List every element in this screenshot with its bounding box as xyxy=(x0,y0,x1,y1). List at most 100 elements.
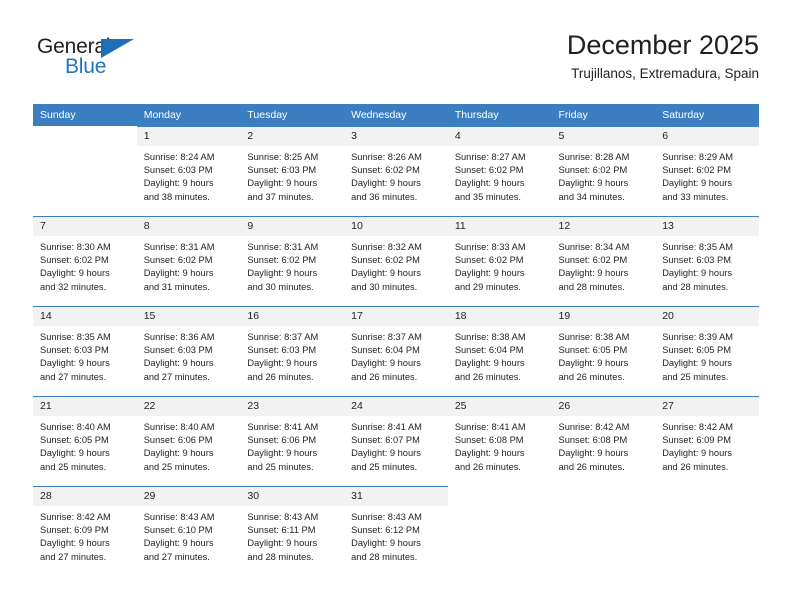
calendar-day-cell[interactable]: 9 Sunrise: 8:31 AM Sunset: 6:02 PM Daylight… xyxy=(240,216,345,307)
daylight-text: Daylight: 9 hours xyxy=(143,358,214,369)
day-number: 22 xyxy=(136,397,241,416)
daylight-text-cont: and 32 minutes. xyxy=(40,281,107,292)
daylight-text: Daylight: 9 hours xyxy=(351,448,421,459)
day-sun-info: Sunrise: 8:42 AM Sunset: 6:09 PM Daylight:… xyxy=(655,416,759,474)
sunrise-text: Sunrise: 8:42 AM xyxy=(40,512,111,522)
sunrise-text: Sunrise: 8:38 AM xyxy=(454,332,526,342)
calendar-day-cell[interactable]: 3 Sunrise: 8:26 AM Sunset: 6:02 PM Daylight… xyxy=(344,126,448,217)
calendar-day-cell[interactable]: 14 Sunrise: 8:35 AM Sunset: 6:03 PM Dayligh… xyxy=(33,306,137,397)
daylight-text: Daylight: 9 hours xyxy=(558,358,629,369)
daylight-text-cont: and 29 minutes. xyxy=(454,281,521,292)
sunrise-text: Sunrise: 8:41 AM xyxy=(247,422,319,432)
day-sun-info: Sunrise: 8:37 AM Sunset: 6:04 PM Daylight:… xyxy=(344,326,448,384)
daylight-text-cont: and 26 minutes. xyxy=(247,371,314,382)
daylight-text: Daylight: 9 hours xyxy=(40,448,110,459)
calendar-day-cell[interactable]: 6 Sunrise: 8:29 AM Sunset: 6:02 PM Daylight… xyxy=(655,126,759,217)
day-sun-info: Sunrise: 8:33 AM Sunset: 6:02 PM Daylight:… xyxy=(448,236,552,294)
daylight-text-cont: and 25 minutes. xyxy=(351,461,418,472)
sunset-text: Sunset: 6:02 PM xyxy=(454,255,524,266)
sunrise-text: Sunrise: 8:40 AM xyxy=(143,422,215,432)
day-sun-info: Sunrise: 8:36 AM Sunset: 6:03 PM Daylight:… xyxy=(137,326,241,384)
day-sun-info: Sunrise: 8:28 AM Sunset: 6:02 PM Daylight:… xyxy=(552,146,656,204)
general-blue-logo: General Blue xyxy=(37,36,207,88)
day-number: 19 xyxy=(551,307,656,326)
calendar-day-cell[interactable]: 29 Sunrise: 8:43 AM Sunset: 6:10 PM Dayligh… xyxy=(136,486,241,576)
calendar-week-row: 1 Sunrise: 8:24 AM Sunset: 6:03 PM Daylight… xyxy=(33,126,759,217)
daylight-text: Daylight: 9 hours xyxy=(143,268,214,279)
day-number xyxy=(655,487,759,506)
daylight-text: Daylight: 9 hours xyxy=(662,268,732,279)
sunrise-text: Sunrise: 8:33 AM xyxy=(454,242,526,252)
sunset-text: Sunset: 6:06 PM xyxy=(247,435,317,446)
day-number: 26 xyxy=(551,397,656,416)
day-number: 5 xyxy=(551,127,656,146)
sunset-text: Sunset: 6:05 PM xyxy=(662,345,731,356)
daylight-text-cont: and 25 minutes. xyxy=(40,461,107,472)
calendar-day-cell[interactable]: 26 Sunrise: 8:42 AM Sunset: 6:08 PM Dayligh… xyxy=(551,396,656,487)
day-number: 2 xyxy=(240,127,345,146)
daylight-text: Daylight: 9 hours xyxy=(247,268,318,279)
daylight-text-cont: and 35 minutes. xyxy=(454,191,521,202)
day-sun-info: Sunrise: 8:40 AM Sunset: 6:05 PM Daylight:… xyxy=(33,416,137,474)
calendar-day-cell[interactable]: 19 Sunrise: 8:38 AM Sunset: 6:05 PM Dayligh… xyxy=(551,306,656,397)
calendar-day-cell[interactable]: 21 Sunrise: 8:40 AM Sunset: 6:05 PM Dayligh… xyxy=(33,396,137,487)
calendar-day-cell[interactable]: 8 Sunrise: 8:31 AM Sunset: 6:02 PM Daylight… xyxy=(136,216,241,307)
calendar-day-cell[interactable]: 1 Sunrise: 8:24 AM Sunset: 6:03 PM Daylight… xyxy=(136,126,241,217)
calendar-day-cell[interactable]: 4 Sunrise: 8:27 AM Sunset: 6:02 PM Daylight… xyxy=(447,126,552,217)
sunrise-text: Sunrise: 8:39 AM xyxy=(662,332,734,342)
daylight-text-cont: and 28 minutes. xyxy=(351,551,418,562)
day-sun-info: Sunrise: 8:35 AM Sunset: 6:03 PM Daylight:… xyxy=(655,236,759,294)
calendar-day-cell[interactable]: 12 Sunrise: 8:34 AM Sunset: 6:02 PM Dayligh… xyxy=(551,216,656,307)
sunset-text: Sunset: 6:02 PM xyxy=(558,255,628,266)
daylight-text: Daylight: 9 hours xyxy=(247,538,318,549)
sunset-text: Sunset: 6:03 PM xyxy=(247,345,317,356)
calendar-day-cell[interactable]: 5 Sunrise: 8:28 AM Sunset: 6:02 PM Daylight… xyxy=(551,126,656,217)
calendar-day-cell[interactable]: 22 Sunrise: 8:40 AM Sunset: 6:06 PM Dayligh… xyxy=(136,396,241,487)
calendar-day-cell[interactable]: 25 Sunrise: 8:41 AM Sunset: 6:08 PM Dayligh… xyxy=(447,396,552,487)
calendar-day-cell[interactable]: 20 Sunrise: 8:39 AM Sunset: 6:05 PM Dayligh… xyxy=(655,306,759,397)
sunrise-text: Sunrise: 8:30 AM xyxy=(40,242,111,252)
daylight-text: Daylight: 9 hours xyxy=(40,538,110,549)
daylight-text-cont: and 30 minutes. xyxy=(351,281,418,292)
calendar-day-cell[interactable]: 31 Sunrise: 8:43 AM Sunset: 6:12 PM Dayligh… xyxy=(344,486,448,576)
sunrise-text: Sunrise: 8:29 AM xyxy=(662,152,734,162)
daylight-text: Daylight: 9 hours xyxy=(454,268,525,279)
calendar-page: General Blue December 2025 Trujillanos, … xyxy=(0,0,792,612)
day-number: 27 xyxy=(655,397,759,416)
calendar-day-cell[interactable]: 16 Sunrise: 8:37 AM Sunset: 6:03 PM Dayligh… xyxy=(240,306,345,397)
daylight-text: Daylight: 9 hours xyxy=(454,448,525,459)
sunrise-text: Sunrise: 8:35 AM xyxy=(662,242,734,252)
calendar-day-cell[interactable]: 28 Sunrise: 8:42 AM Sunset: 6:09 PM Dayligh… xyxy=(33,486,137,576)
day-sun-info: Sunrise: 8:25 AM Sunset: 6:03 PM Daylight:… xyxy=(240,146,344,204)
logo-word-general: General xyxy=(37,35,111,58)
daylight-text: Daylight: 9 hours xyxy=(454,358,525,369)
daylight-text: Daylight: 9 hours xyxy=(662,178,732,189)
calendar-day-cell[interactable]: 30 Sunrise: 8:43 AM Sunset: 6:11 PM Dayligh… xyxy=(240,486,345,576)
calendar-day-cell[interactable]: 24 Sunrise: 8:41 AM Sunset: 6:07 PM Dayligh… xyxy=(344,396,448,487)
daylight-text: Daylight: 9 hours xyxy=(351,178,421,189)
calendar-day-cell[interactable]: 2 Sunrise: 8:25 AM Sunset: 6:03 PM Daylight… xyxy=(240,126,345,217)
sunrise-text: Sunrise: 8:27 AM xyxy=(454,152,526,162)
day-sun-info: Sunrise: 8:41 AM Sunset: 6:08 PM Daylight:… xyxy=(448,416,552,474)
day-number: 1 xyxy=(136,127,241,146)
day-number: 11 xyxy=(447,217,552,236)
calendar-day-cell[interactable]: 13 Sunrise: 8:35 AM Sunset: 6:03 PM Dayligh… xyxy=(655,216,759,307)
sunset-text: Sunset: 6:02 PM xyxy=(454,165,524,176)
day-sun-info: Sunrise: 8:42 AM Sunset: 6:09 PM Daylight:… xyxy=(33,506,137,564)
calendar-day-cell[interactable]: 11 Sunrise: 8:33 AM Sunset: 6:02 PM Dayligh… xyxy=(447,216,552,307)
calendar-day-cell[interactable]: 23 Sunrise: 8:41 AM Sunset: 6:06 PM Dayligh… xyxy=(240,396,345,487)
daylight-text: Daylight: 9 hours xyxy=(558,448,629,459)
calendar-day-cell[interactable]: 27 Sunrise: 8:42 AM Sunset: 6:09 PM Dayligh… xyxy=(655,396,759,487)
sunset-text: Sunset: 6:11 PM xyxy=(247,525,316,536)
sunset-text: Sunset: 6:02 PM xyxy=(351,255,420,266)
calendar-day-cell[interactable]: 15 Sunrise: 8:36 AM Sunset: 6:03 PM Dayligh… xyxy=(136,306,241,397)
calendar-day-cell[interactable]: 7 Sunrise: 8:30 AM Sunset: 6:02 PM Daylight… xyxy=(33,216,137,307)
calendar-day-cell[interactable]: 10 Sunrise: 8:32 AM Sunset: 6:02 PM Dayligh… xyxy=(344,216,448,307)
page-title: December 2025 xyxy=(566,30,759,60)
calendar-day-cell[interactable]: 17 Sunrise: 8:37 AM Sunset: 6:04 PM Dayligh… xyxy=(344,306,448,397)
day-number xyxy=(551,487,656,506)
day-sun-info: Sunrise: 8:30 AM Sunset: 6:02 PM Daylight:… xyxy=(33,236,137,294)
weekday-header-saturday: Saturday xyxy=(655,104,759,127)
daylight-text-cont: and 26 minutes. xyxy=(662,461,729,472)
calendar-day-cell[interactable]: 18 Sunrise: 8:38 AM Sunset: 6:04 PM Dayligh… xyxy=(447,306,552,397)
